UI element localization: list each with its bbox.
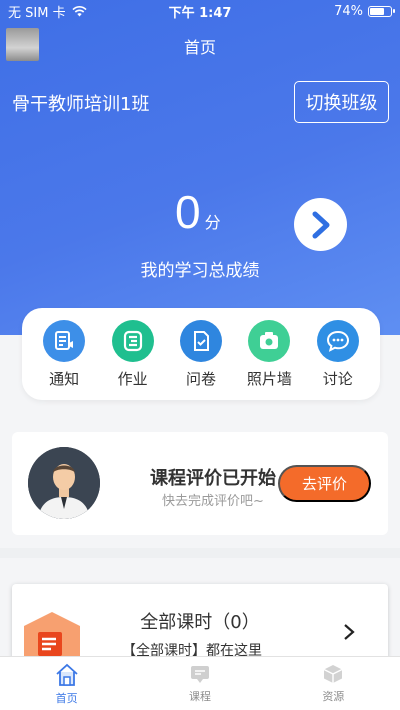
evaluation-subtitle: 快去完成评价吧~ [162, 494, 264, 509]
quick-action-discussion[interactable]: 讨论 [308, 319, 368, 389]
carrier-label: 无 SIM 卡 [8, 5, 66, 21]
quick-action-label: 作业 [117, 369, 148, 388]
resource-icon [323, 665, 343, 683]
wifi-icon [72, 5, 87, 16]
quick-action-homework[interactable]: 作业 [103, 319, 163, 389]
quick-action-photo-wall[interactable]: 照片墙 [239, 319, 299, 389]
score-caption: 我的学习总成绩 [0, 256, 400, 281]
score-label: 我的学习总成绩 [140, 261, 260, 281]
quick-action-notice[interactable]: 通知 [34, 319, 94, 389]
tab-label: 资源 [322, 690, 345, 703]
chevron-right-icon [312, 211, 329, 238]
class-name: 骨干教师培训1班 [12, 94, 150, 115]
homework-icon [111, 319, 154, 362]
tab-label: 首页 [55, 692, 78, 705]
quick-action-label: 照片墙 [246, 369, 292, 388]
teacher-avatar [28, 447, 100, 519]
nav-bar: 首页 [0, 22, 400, 68]
chevron-right-icon [344, 624, 355, 640]
evaluation-card: 课程评价已开始 快去完成评价吧~ 去评价 [12, 432, 388, 535]
quick-actions: 通知 作业 问卷 照片墙 讨论 [22, 308, 380, 400]
quick-action-label: 讨论 [322, 369, 353, 388]
battery-icon [368, 5, 395, 17]
tab-resource[interactable]: 资源 [267, 657, 400, 710]
tab-home[interactable]: 首页 [0, 657, 133, 710]
survey-icon [179, 319, 222, 362]
course-title: 全部课时（0） [140, 612, 260, 633]
notice-icon [43, 319, 86, 362]
course-title-row: 全部课时（0） [12, 608, 388, 634]
switch-class-button[interactable]: 切换班级 [294, 81, 389, 123]
evaluate-button[interactable]: 去评价 [278, 465, 371, 502]
section-divider [0, 548, 400, 558]
home-icon [56, 663, 78, 686]
tab-bar: 首页 课程 资源 [0, 656, 400, 710]
status-bar: 无 SIM 卡 下午 1:47 74% [0, 0, 400, 22]
course-icon [190, 666, 209, 683]
discussion-icon [316, 319, 359, 362]
score-unit: 分 [204, 213, 221, 232]
quick-action-label: 通知 [49, 369, 80, 388]
quick-action-survey[interactable]: 问卷 [171, 319, 231, 389]
battery-percent: 74% [334, 3, 363, 19]
total-score: 0 分 [175, 185, 221, 239]
score-value: 0 [175, 186, 201, 238]
score-detail-button[interactable] [294, 198, 347, 251]
camera-icon [248, 319, 291, 362]
quick-action-label: 问卷 [185, 369, 216, 388]
tab-course[interactable]: 课程 [133, 657, 266, 710]
tab-label: 课程 [188, 690, 211, 703]
page-title: 首页 [183, 38, 216, 57]
